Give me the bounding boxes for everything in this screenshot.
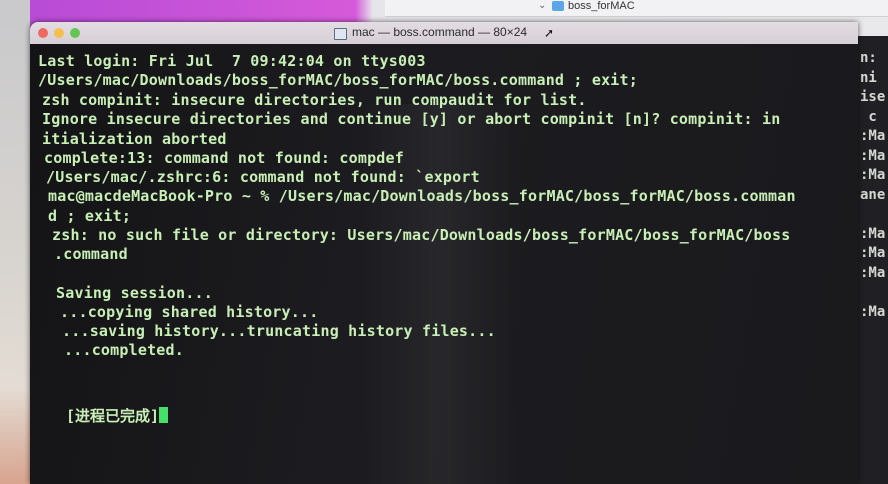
terminal-line: Ignore insecure directories and continue…: [42, 110, 781, 128]
terminal-line: zsh: no such file or directory: Users/ma…: [52, 226, 791, 244]
terminal-line: complete:13: command not found: compdef: [44, 149, 404, 167]
terminal-line: ...copying shared history...: [60, 303, 319, 321]
background-terminal-line: ise: [860, 89, 886, 105]
finder-window-strip: [385, 0, 888, 17]
terminal-line: zsh compinit: insecure directories, run …: [42, 91, 587, 109]
background-terminal-line: :Ma: [860, 225, 886, 242]
terminal-line: itialization aborted: [42, 130, 227, 148]
background-terminal-line: ane: [860, 186, 886, 203]
terminal-line: .command: [54, 245, 128, 263]
minimize-button[interactable]: [54, 28, 64, 38]
background-terminal-line: ni: [860, 69, 877, 86]
terminal-line: /Users/mac/Downloads/boss_forMAC/boss_fo…: [38, 71, 638, 89]
window-titlebar[interactable]: mac — boss.command — 80×24 ➚: [30, 22, 858, 45]
background-terminal-window[interactable]: n: ni ise c :Ma :Ma :Ma ane :Ma :Ma :Ma :Ma: [858, 36, 888, 484]
close-button[interactable]: [38, 28, 48, 38]
background-terminal-line: c: [860, 108, 877, 125]
background-terminal-line: :Ma: [860, 128, 886, 144]
background-terminal-line: :Ma: [860, 147, 886, 164]
terminal-line: mac@macdeMacBook-Pro ~ % /Users/mac/Down…: [48, 187, 796, 205]
finder-folder-label[interactable]: boss_forMAC: [568, 0, 635, 12]
folder-icon: [552, 1, 564, 11]
background-terminal-line: :Ma: [860, 167, 886, 183]
process-completed-text: [进程已完成]: [66, 407, 160, 425]
terminal-line: Saving session...: [56, 284, 213, 302]
terminal-line: d ; exit;: [48, 207, 132, 225]
text-cursor: [159, 407, 169, 423]
background-terminal-line: n:: [860, 50, 877, 66]
terminal-line: /Users/mac/.zshrc:6: command not found: …: [46, 168, 480, 186]
mouse-pointer-icon: ➚: [544, 26, 555, 40]
terminal-output[interactable]: [进程已完成] Last login: Fri Jul 7 09:42:04 o…: [30, 44, 858, 484]
background-terminal-line: :Ma: [860, 245, 886, 261]
chevron-down-icon[interactable]: ⌄: [538, 0, 546, 11]
document-icon: [334, 28, 347, 40]
terminal-window[interactable]: mac — boss.command — 80×24 ➚ [进程已完成] Las…: [30, 22, 858, 484]
background-terminal-line: :Ma: [860, 264, 886, 281]
terminal-line: ...completed.: [64, 341, 184, 359]
window-title: mac — boss.command — 80×24: [352, 25, 528, 39]
background-terminal-line: :Ma: [860, 303, 886, 320]
maximize-button[interactable]: [70, 28, 80, 38]
terminal-line: Last login: Fri Jul 7 09:42:04 on ttys00…: [38, 52, 426, 70]
terminal-line: ...saving history...truncating history f…: [62, 322, 496, 340]
process-status-line: [进程已完成]: [66, 405, 169, 426]
desktop-left-edge: [0, 0, 30, 484]
